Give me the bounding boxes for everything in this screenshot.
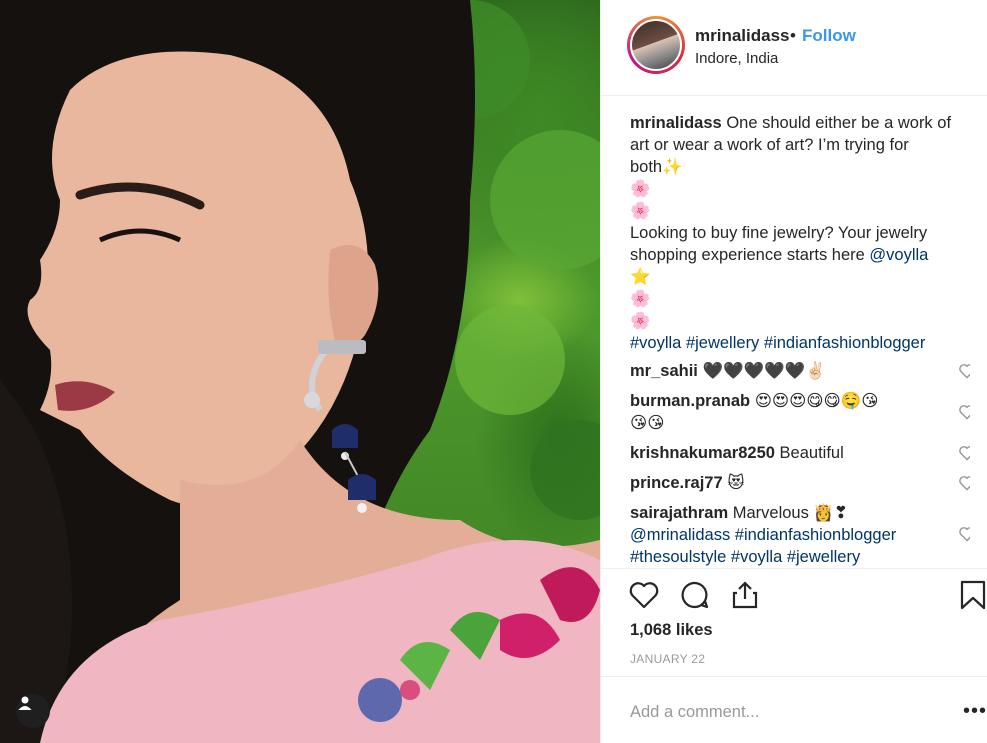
- photo-illustration: [0, 0, 600, 743]
- comment-item: mr_sahii 🖤🖤🖤🖤🖤✌🏻: [630, 360, 970, 382]
- caption-line: art or wear a work of art? I’m trying fo…: [630, 136, 909, 154]
- comment-text: Marvelous 👸❣: [732, 504, 848, 522]
- caption-line: 🌸: [630, 290, 651, 308]
- user-icon: [18, 696, 32, 710]
- comment-item: prince.raj77 😻: [630, 472, 970, 494]
- comment-like-icon[interactable]: [958, 526, 970, 542]
- avatar-image: [630, 19, 682, 71]
- likes-count[interactable]: 1,068 likes: [630, 621, 713, 640]
- comment-icon[interactable]: [679, 579, 711, 611]
- comment-text: 😻: [727, 474, 745, 492]
- comment-item: krishnakumar8250 Beautiful: [630, 442, 970, 464]
- caption-username[interactable]: mrinalidass: [630, 114, 722, 132]
- caption-line: shopping experience starts here: [630, 246, 865, 264]
- follow-button[interactable]: Follow: [802, 26, 856, 46]
- comment-like-icon[interactable]: [958, 475, 970, 491]
- comment-username[interactable]: burman.pranab: [630, 392, 750, 410]
- comment-text: 🖤🖤🖤🖤🖤✌🏻: [702, 362, 826, 380]
- post-photo[interactable]: [0, 0, 600, 743]
- tagged-user-button[interactable]: [16, 694, 50, 728]
- comment-text: 😘😘: [630, 414, 665, 432]
- share-icon[interactable]: [729, 579, 761, 611]
- comment-like-icon[interactable]: [958, 363, 970, 379]
- comment-like-icon[interactable]: [958, 404, 970, 420]
- more-icon[interactable]: •••: [963, 701, 987, 721]
- bookmark-icon[interactable]: [959, 579, 987, 611]
- add-comment-input[interactable]: [630, 697, 930, 727]
- profile-avatar[interactable]: [627, 16, 685, 74]
- comment-text: Beautiful: [779, 444, 844, 462]
- comment-username[interactable]: sairajathram: [630, 504, 728, 522]
- post-date[interactable]: JANUARY 22: [630, 652, 705, 666]
- header-username[interactable]: mrinalidass: [695, 26, 790, 46]
- caption-line: 🌸: [630, 312, 651, 330]
- comment-item: burman.pranab 😍😍😍😋😋🤤😘 😘😘: [630, 390, 970, 434]
- caption-line: One should either be a work of: [726, 114, 952, 132]
- header-separator: •: [790, 26, 796, 45]
- comment-like-icon[interactable]: [958, 445, 970, 461]
- caption-line: 🌸: [630, 180, 651, 198]
- caption-line: 🌸: [630, 202, 651, 220]
- post-header: mrinalidass • Follow Indore, India: [601, 0, 987, 96]
- post-details-panel: mrinalidass • Follow Indore, India mrina…: [600, 0, 987, 743]
- comment-username[interactable]: mr_sahii: [630, 362, 698, 380]
- comment-username[interactable]: krishnakumar8250: [630, 444, 775, 462]
- caption: mrinalidass One should either be a work …: [630, 112, 970, 354]
- action-bar: [601, 568, 987, 618]
- comment-username[interactable]: prince.raj77: [630, 474, 723, 492]
- caption-line: Looking to buy fine jewelry? Your jewelr…: [630, 224, 928, 242]
- add-comment-section: •••: [601, 676, 987, 743]
- comment-tags[interactable]: #thesoulstyle #voylla #jewellery: [630, 546, 944, 567]
- caption-hashtags[interactable]: #voylla #jewellery #indianfashionblogger: [630, 332, 970, 354]
- caption-line: both✨: [630, 158, 683, 176]
- caption-line: ⭐: [630, 268, 651, 286]
- post-location[interactable]: Indore, India: [695, 50, 778, 67]
- comment-item: sairajathram Marvelous 👸❣ @mrinalidass #…: [630, 502, 970, 567]
- caption-mention[interactable]: @voylla: [869, 246, 928, 264]
- comments-list[interactable]: mrinalidass One should either be a work …: [630, 112, 970, 567]
- comment-text: 😍😍😍😋😋🤤😘: [754, 392, 879, 410]
- heart-icon[interactable]: [628, 579, 660, 611]
- comment-tags[interactable]: @mrinalidass #indianfashionblogger: [630, 524, 944, 546]
